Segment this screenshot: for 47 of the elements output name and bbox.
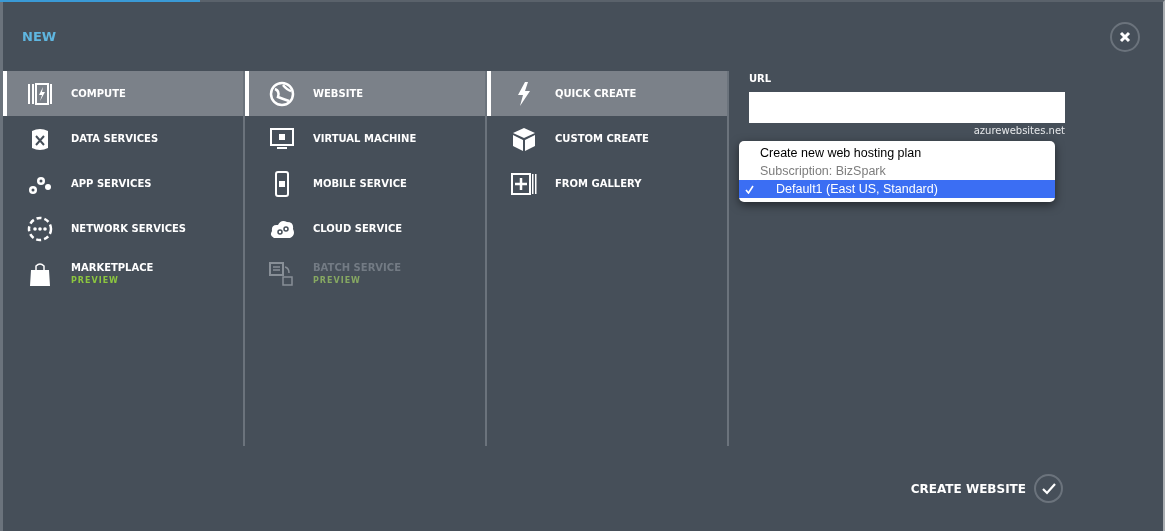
batch-icon [269, 260, 295, 287]
menu-item[interactable]: DATA SERVICES [3, 116, 243, 161]
shopping-bag-icon [27, 260, 53, 287]
url-field[interactable] [749, 92, 1065, 123]
menu-item-label: NETWORK SERVICES [71, 223, 187, 234]
menu-item-label: VIRTUAL MACHINE [313, 133, 417, 144]
dropdown-option[interactable]: Default1 (East US, Standard) [739, 180, 1055, 198]
panel-title: NEW [22, 29, 57, 44]
menu-item[interactable]: FROM GALLERY [487, 161, 727, 206]
preview-label: PREVIEW [313, 276, 362, 285]
menu-item[interactable]: VIRTUAL MACHINE [245, 116, 485, 161]
domain-suffix: azurewebsites.net [973, 125, 1065, 136]
box-icon [511, 125, 537, 152]
menu-item[interactable]: CLOUD SERVICE [245, 206, 485, 251]
network-icon [27, 215, 53, 242]
menu-item[interactable]: MOBILE SERVICE [245, 161, 485, 206]
url-label: URL [749, 73, 773, 84]
menu-item[interactable]: WEBSITE [245, 71, 485, 116]
dropdown-option[interactable]: Create new web hosting plan [739, 144, 1055, 162]
menu-item[interactable]: NETWORK SERVICES [3, 206, 243, 251]
server-bolt-icon [27, 80, 53, 107]
globe-icon [269, 80, 295, 107]
preview-label: PREVIEW [71, 276, 120, 285]
menu-item[interactable]: MARKETPLACE PREVIEW [3, 251, 243, 296]
monitor-icon [269, 125, 295, 152]
menu-item[interactable]: APP SERVICES [3, 161, 243, 206]
create-website-label: CREATE WEBSITE [910, 481, 1026, 496]
confirm-button[interactable] [1034, 474, 1063, 503]
menu-item-label: FROM GALLERY [555, 178, 642, 189]
menu-item[interactable]: COMPUTE [3, 71, 243, 116]
close-icon [1119, 30, 1131, 43]
menu-item-label: MARKETPLACE [71, 262, 154, 273]
close-button[interactable] [1110, 21, 1140, 52]
checkmark-icon [745, 184, 754, 194]
menu-item-label: CUSTOM CREATE [555, 133, 649, 144]
menu-item-label: CLOUD SERVICE [313, 223, 403, 234]
checkmark-icon [1041, 482, 1056, 495]
menu-item-label: DATA SERVICES [71, 133, 159, 144]
menu-item-label: APP SERVICES [71, 178, 152, 189]
menu-item-label: MOBILE SERVICE [313, 178, 407, 189]
gallery-add-icon [511, 170, 537, 197]
menu-item-label: QUICK CREATE [555, 88, 637, 99]
menu-item[interactable]: CUSTOM CREATE [487, 116, 727, 161]
menu-item-label: COMPUTE [71, 88, 126, 99]
option-group-header: Subscription: BizSpark [759, 163, 887, 180]
menu-item[interactable]: QUICK CREATE [487, 71, 727, 116]
menu-item-label: WEBSITE [313, 88, 364, 99]
